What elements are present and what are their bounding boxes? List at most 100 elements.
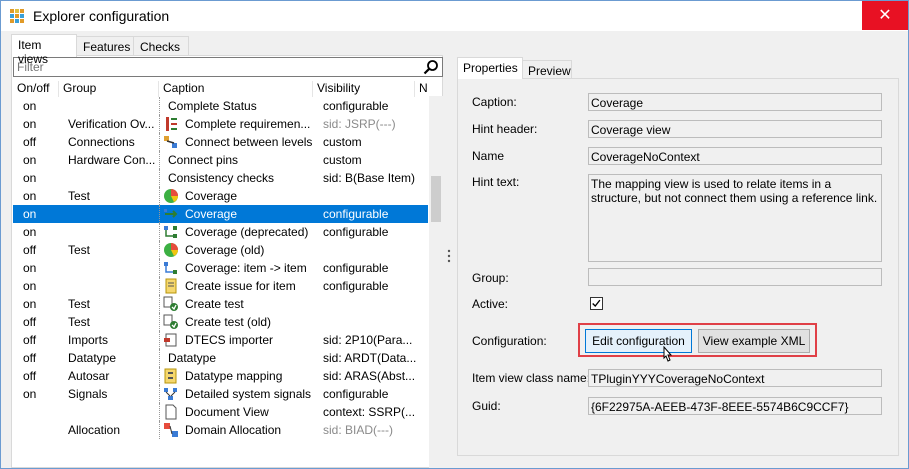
hint-text-label: Hint text: (472, 175, 520, 189)
vertical-scrollbar[interactable] (429, 96, 443, 468)
group-cell: Test (68, 297, 91, 311)
table-row[interactable]: off Test Coverage (old) (13, 241, 428, 259)
visibility-cell: custom (323, 153, 362, 167)
column-header-visibility[interactable]: Visibility (313, 81, 415, 97)
close-button[interactable]: ✕ (862, 1, 908, 30)
visibility-cell: configurable (323, 387, 389, 401)
configuration-label: Configuration: (472, 334, 547, 348)
caption-cell: Create test (185, 297, 244, 311)
onoff-cell: on (23, 225, 37, 239)
caption-cell: DTECS importer (185, 333, 274, 347)
properties-panel: Caption: Coverage Hint header: Coverage … (457, 78, 899, 456)
item-views-panel: On/off Group Caption Visibility Nam on Co… (11, 55, 443, 468)
onoff-cell: off (23, 351, 37, 365)
table-row[interactable]: on Signals Detailed system signals configur… (13, 385, 428, 403)
guid-field[interactable]: {6F22975A-AEEB-473F-8EEE-5574B6C9CCF7} (588, 397, 882, 415)
table-row[interactable]: off Datatype Datatype sid: ARDT(Data... (13, 349, 428, 367)
active-label: Active: (472, 297, 509, 311)
tab-checks[interactable]: Checks (133, 36, 189, 56)
name-field[interactable]: CoverageNoContext (588, 147, 882, 165)
tab-item-views[interactable]: Item views (11, 34, 77, 66)
group-cell (68, 261, 158, 277)
tab-properties[interactable]: Properties (457, 57, 523, 79)
name-label: Name (472, 149, 505, 163)
table-row[interactable]: off Connections Connect between levels cust… (13, 133, 428, 151)
caption-cell: Detailed system signals (185, 387, 312, 401)
table-row[interactable]: on Consistency checks sid: B(Base Item) (13, 169, 428, 187)
onoff-cell (23, 423, 57, 439)
create-issue-icon (165, 278, 177, 294)
table-row[interactable]: on Test Create test (13, 295, 428, 313)
onoff-cell: on (23, 387, 37, 401)
caption-cell: Complete requiremen... (185, 117, 311, 131)
table-row[interactable]: off Test Create test (old) (13, 313, 428, 331)
table-row[interactable]: off Autosar Datatype mapping sid: ARAS(Abst… (13, 367, 428, 385)
group-cell: Test (68, 189, 91, 203)
tree-line (159, 223, 160, 241)
group-cell (68, 207, 158, 223)
grid-header: On/off Group Caption Visibility Nam (13, 79, 428, 97)
item-views-grid[interactable]: On/off Group Caption Visibility Nam on Co… (13, 79, 428, 467)
onoff-cell: off (23, 369, 37, 383)
scrollbar-thumb[interactable] (431, 176, 441, 222)
table-row[interactable]: on Verification Ov... Complete requiremen.… (13, 115, 428, 133)
group-cell: Autosar (68, 369, 110, 383)
table-row[interactable]: off Imports DTECS importer sid: 2P10(Para..… (13, 331, 428, 349)
onoff-cell: off (23, 135, 37, 149)
table-row[interactable]: on Create issue for item configurable (13, 277, 428, 295)
onoff-cell: on (23, 171, 37, 185)
visibility-cell: configurable (323, 99, 389, 113)
group-label: Group: (472, 271, 509, 285)
title-bar[interactable]: Explorer configuration ✕ (1, 1, 908, 31)
hint-header-field[interactable]: Coverage view (588, 120, 882, 138)
active-checkbox[interactable] (590, 297, 603, 310)
column-header-caption[interactable]: Caption (159, 81, 313, 97)
group-cell: Test (68, 315, 91, 329)
onoff-cell: off (23, 315, 37, 329)
tree-line (159, 313, 160, 331)
tree-line (159, 97, 160, 115)
table-row[interactable]: on Coverage configurable (13, 205, 428, 223)
table-row[interactable]: on Coverage (deprecated) configurable (13, 223, 428, 241)
tree-line (159, 403, 160, 421)
group-cell (68, 171, 158, 187)
onoff-cell: on (23, 297, 37, 311)
hint-text-field[interactable]: The mapping view is used to relate items… (588, 174, 882, 262)
table-row[interactable]: on Coverage: item -> item configurable (13, 259, 428, 277)
filter-box[interactable] (13, 57, 443, 77)
class-name-field[interactable]: TPluginYYYCoverageNoContext (588, 369, 882, 387)
column-header-name[interactable]: Nam (415, 81, 428, 97)
visibility-cell: sid: 2P10(Para... (323, 333, 413, 347)
column-header-group[interactable]: Group (59, 81, 159, 97)
onoff-cell: on (23, 261, 37, 275)
caption-cell: Domain Allocation (185, 423, 282, 437)
group-field[interactable] (588, 268, 882, 286)
connect-levels-icon (164, 136, 177, 148)
splitter-handle-icon[interactable] (447, 249, 451, 263)
table-row[interactable]: Allocation Domain Allocation sid: BIAD(---… (13, 421, 428, 439)
caption-cell: Complete Status (168, 99, 257, 113)
search-icon[interactable] (423, 59, 439, 75)
checkmark-icon (592, 299, 601, 308)
visibility-cell: custom (323, 135, 362, 149)
tree-line (159, 367, 160, 385)
table-row[interactable]: on Test Coverage (13, 187, 428, 205)
visibility-cell: configurable (323, 279, 389, 293)
tab-features[interactable]: Features (76, 36, 134, 56)
view-example-xml-button[interactable]: View example XML (698, 329, 810, 353)
table-row[interactable]: on Hardware Con... Connect pins custom (13, 151, 428, 169)
caption-cell: Create issue for item (185, 279, 296, 293)
tab-preview[interactable]: Preview (522, 60, 572, 79)
edit-configuration-button[interactable]: Edit configuration (585, 329, 692, 353)
visibility-cell: sid: B(Base Item) (323, 171, 416, 185)
import-icon (164, 333, 177, 347)
column-header-onoff[interactable]: On/off (13, 81, 59, 97)
create-test-icon (163, 314, 178, 329)
table-row[interactable]: Document View context: SSRP(... (13, 403, 428, 421)
tree-line (159, 331, 160, 349)
table-row[interactable]: on Complete Status configurable (13, 97, 428, 115)
group-cell: Datatype (68, 351, 117, 365)
caption-field[interactable]: Coverage (588, 93, 882, 111)
client-area: Item views Features Checks On/off Group … (1, 31, 908, 468)
filter-input[interactable] (17, 59, 417, 75)
